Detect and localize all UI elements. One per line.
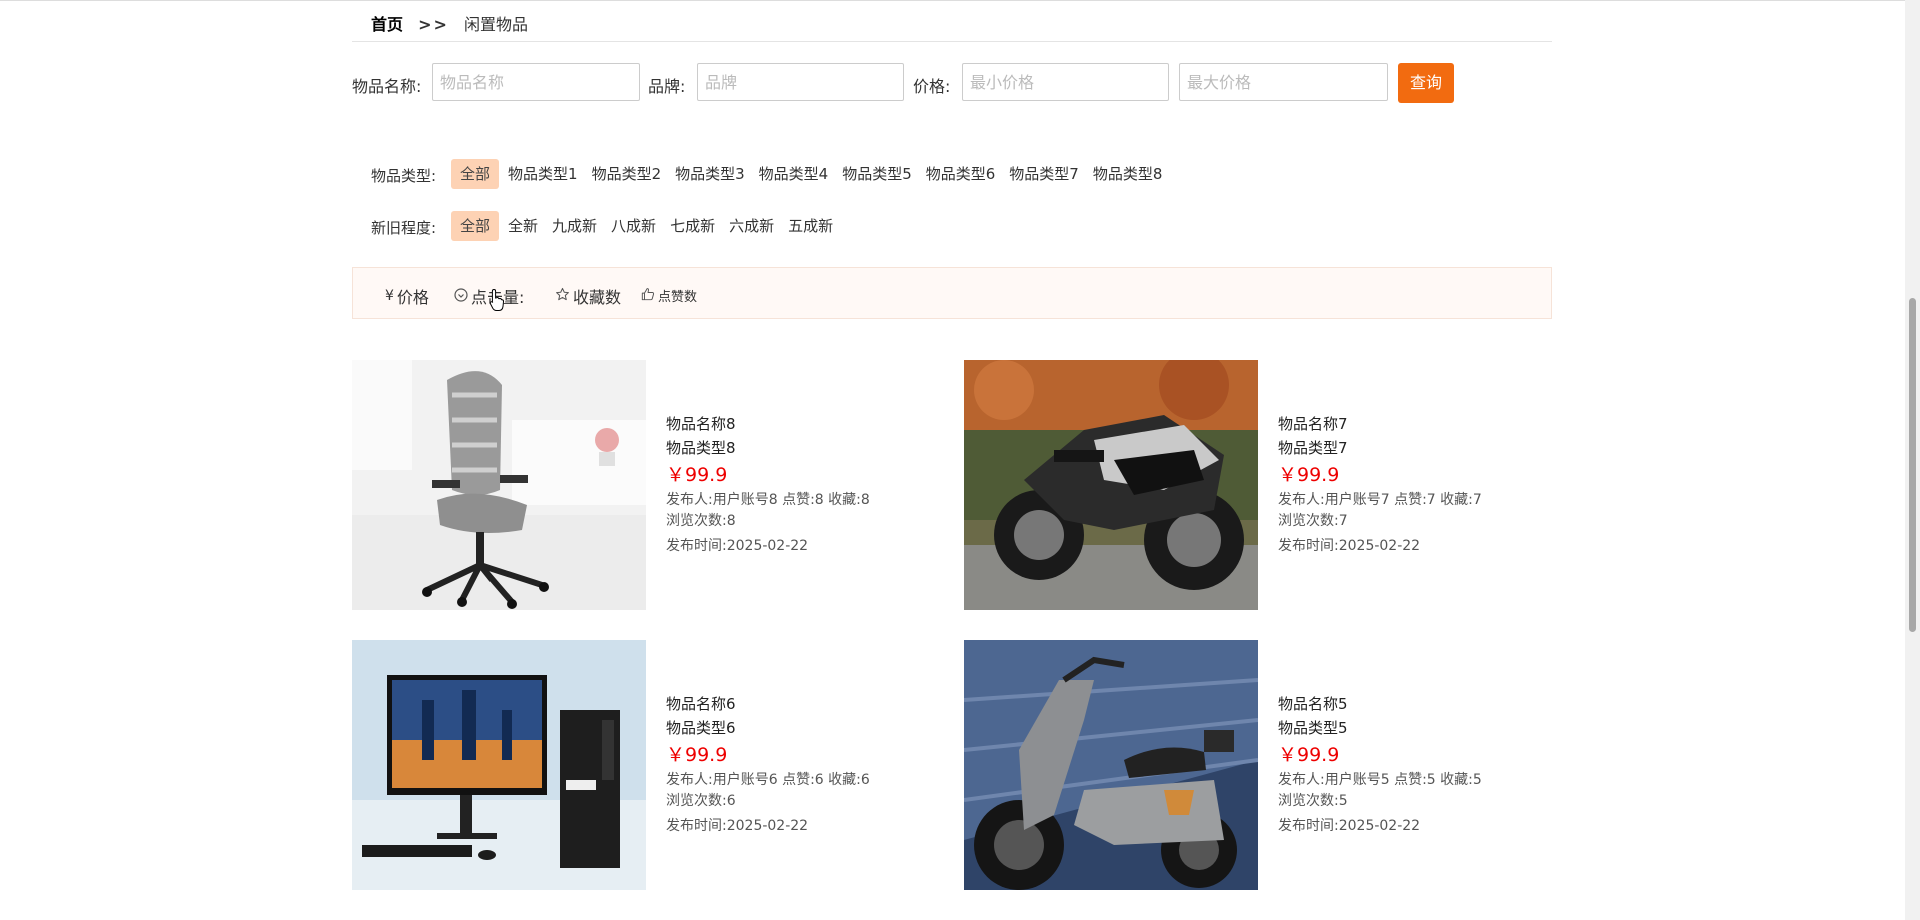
type-option-6[interactable]: 物品类型6 [921,159,1001,189]
min-price-input[interactable] [962,63,1169,101]
sort-likes-label: 点赞数 [658,290,698,305]
product-price: ￥99.9 [666,744,728,766]
product-info: 物品名称8 物品类型8 ￥99.9 发布人:用户账号8 点赞:8 收藏:8 浏览… [666,412,870,558]
product-info: 物品名称6 物品类型6 ￥99.9 发布人:用户账号6 点赞:6 收藏:6 浏览… [666,692,870,838]
condition-option-80[interactable]: 八成新 [606,211,661,241]
type-filter-options: 全部 物品类型1 物品类型2 物品类型3 物品类型4 物品类型5 物品类型6 物… [451,159,1167,189]
product-card[interactable]: 物品名称6 物品类型6 ￥99.9 发布人:用户账号6 点赞:6 收藏:6 浏览… [352,640,952,890]
product-price: ￥99.9 [1278,464,1340,486]
condition-option-all[interactable]: 全部 [451,211,500,241]
condition-option-90[interactable]: 九成新 [547,211,602,241]
thumbs-up-icon [641,287,655,305]
type-option-7[interactable]: 物品类型7 [1004,159,1084,189]
product-card[interactable]: 物品名称5 物品类型5 ￥99.9 发布人:用户账号5 点赞:5 收藏:5 浏览… [964,640,1564,890]
product-name[interactable]: 物品名称7 [1278,412,1482,436]
type-option-8[interactable]: 物品类型8 [1088,159,1168,189]
brand-label: 品牌: [648,77,686,96]
product-name[interactable]: 物品名称6 [666,692,870,716]
type-option-3[interactable]: 物品类型3 [670,159,750,189]
product-time: 发布时间:2025-02-22 [666,818,809,834]
product-type: 物品类型6 [666,719,736,737]
condition-option-70[interactable]: 七成新 [665,211,720,241]
name-label: 物品名称: [352,77,422,96]
product-views: 浏览次数:6 [666,793,736,809]
product-meta: 发布人:用户账号6 点赞:6 收藏:6 [666,772,870,788]
type-option-4[interactable]: 物品类型4 [754,159,834,189]
price-label: 价格: [913,77,951,96]
clock-icon [454,287,468,306]
electric-scooter-image[interactable] [964,640,1258,890]
condition-option-50[interactable]: 五成新 [783,211,838,241]
sort-favorites-label: 收藏数 [573,288,622,307]
query-button[interactable]: 查询 [1398,63,1454,103]
product-name[interactable]: 物品名称8 [666,412,870,436]
condition-filter-options: 全部 全新 九成新 八成新 七成新 六成新 五成新 [451,211,838,241]
condition-filter-label: 新旧程度: [371,219,437,237]
breadcrumb: 首页 >> 闲置物品 [371,11,528,35]
product-type: 物品类型7 [1278,439,1348,457]
sort-by-likes[interactable]: 点赞数 [641,286,697,305]
breadcrumb-home-link[interactable]: 首页 [371,15,403,34]
mouse-cursor-icon [489,288,505,312]
motorcycle-image[interactable] [964,360,1258,610]
max-price-input[interactable] [1179,63,1388,101]
product-type: 物品类型8 [666,439,736,457]
product-type: 物品类型5 [1278,719,1348,737]
top-border [0,0,1905,1]
product-price: ￥99.9 [1278,744,1340,766]
sort-by-price[interactable]: ¥ 价格 [385,284,429,308]
breadcrumb-current: 闲置物品 [464,15,529,34]
product-name[interactable]: 物品名称5 [1278,692,1482,716]
product-card[interactable]: 物品名称7 物品类型7 ￥99.9 发布人:用户账号7 点赞:7 收藏:7 浏览… [964,360,1564,610]
product-meta: 发布人:用户账号7 点赞:7 收藏:7 [1278,492,1482,508]
product-views: 浏览次数:5 [1278,793,1348,809]
product-info: 物品名称7 物品类型7 ￥99.9 发布人:用户账号7 点赞:7 收藏:7 浏览… [1278,412,1482,558]
type-option-5[interactable]: 物品类型5 [837,159,917,189]
breadcrumb-separator: >> [418,15,449,34]
scrollbar-thumb[interactable] [1909,298,1916,632]
type-option-1[interactable]: 物品类型1 [503,159,583,189]
condition-option-60[interactable]: 六成新 [724,211,779,241]
product-time: 发布时间:2025-02-22 [1278,818,1421,834]
name-input[interactable] [432,63,640,101]
product-time: 发布时间:2025-02-22 [666,538,809,554]
type-option-2[interactable]: 物品类型2 [587,159,667,189]
sort-price-label: 价格 [396,288,429,307]
product-meta: 发布人:用户账号8 点赞:8 收藏:8 [666,492,870,508]
breadcrumb-divider [352,41,1552,42]
sort-by-favorites[interactable]: 收藏数 [555,284,621,308]
type-filter-label: 物品类型: [371,167,437,185]
product-time: 发布时间:2025-02-22 [1278,538,1421,554]
desktop-computer-image[interactable] [352,640,646,890]
product-meta: 发布人:用户账号5 点赞:5 收藏:5 [1278,772,1482,788]
yen-icon: ¥ [385,288,394,304]
search-form: 物品名称: 品牌: 价格: 查询 [352,63,1552,103]
condition-option-new[interactable]: 全新 [503,211,543,241]
product-views: 浏览次数:8 [666,513,736,529]
type-option-all[interactable]: 全部 [451,159,500,189]
product-card[interactable]: 物品名称8 物品类型8 ￥99.9 发布人:用户账号8 点赞:8 收藏:8 浏览… [352,360,952,610]
sort-bar: ¥ 价格 点击量: 收藏数 点赞数 [352,267,1552,319]
office-chair-image[interactable] [352,360,646,610]
product-info: 物品名称5 物品类型5 ￥99.9 发布人:用户账号5 点赞:5 收藏:5 浏览… [1278,692,1482,838]
page-scrollbar[interactable] [1905,0,1920,920]
star-icon [555,287,570,306]
brand-input[interactable] [697,63,904,101]
product-price: ￥99.9 [666,464,728,486]
product-views: 浏览次数:7 [1278,513,1348,529]
